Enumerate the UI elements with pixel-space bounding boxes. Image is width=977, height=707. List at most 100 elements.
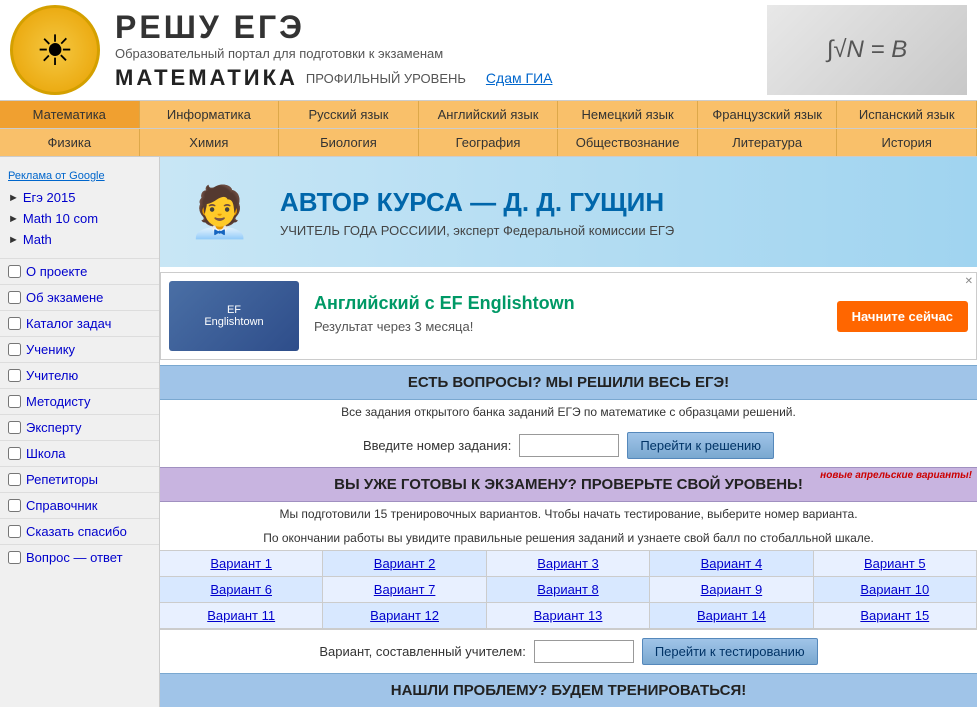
sidebar-link-Math[interactable]: ► Math (0, 229, 159, 250)
sidebar-nav-Методисту[interactable]: Методисту (0, 388, 159, 414)
nav-item-История[interactable]: История (837, 129, 977, 156)
variant-link-13[interactable]: Вариант 13 (534, 608, 603, 623)
variant-link-10[interactable]: Вариант 10 (860, 582, 929, 597)
sidebar-nav-Эксперту[interactable]: Эксперту (0, 414, 159, 440)
variant-link-5[interactable]: Вариант 5 (864, 556, 926, 571)
sidebar-nav-label: Сказать спасибо (26, 524, 127, 539)
new-badge: новые апрельские варианты! (820, 470, 972, 481)
nav-row-1: МатематикаИнформатикаРусский языкАнглийс… (0, 101, 977, 129)
variant-cell-5: Вариант 5 (814, 551, 977, 577)
variants-subtext1: Мы подготовили 15 тренировочных варианто… (160, 502, 977, 526)
nav-item-Математика[interactable]: Математика (0, 101, 140, 128)
nav-item-Информатика[interactable]: Информатика (140, 101, 280, 128)
nav-checkbox[interactable] (8, 473, 21, 486)
nav-item-Немецкий язык[interactable]: Немецкий язык (558, 101, 698, 128)
arrow-icon: ► (8, 234, 19, 246)
go-to-testing-button[interactable]: Перейти к тестированию (642, 638, 818, 665)
gia-link[interactable]: Сдам ГИА (486, 70, 553, 86)
math-label: МАТЕМАТИКА (115, 65, 298, 91)
ad-label[interactable]: Реклама от Google (8, 170, 105, 182)
teacher-variant-input[interactable] (534, 640, 634, 663)
nav-checkbox[interactable] (8, 499, 21, 512)
nav-checkbox[interactable] (8, 447, 21, 460)
arrow-icon: ► (8, 192, 19, 204)
nav-item-Русский язык[interactable]: Русский язык (279, 101, 419, 128)
sidebar-nav-Справочник[interactable]: Справочник (0, 492, 159, 518)
ad-button[interactable]: Начните сейчас (837, 301, 968, 332)
variant-link-11[interactable]: Вариант 11 (207, 608, 275, 623)
level-label: ПРОФИЛЬНЫЙ УРОВЕНЬ (306, 71, 466, 86)
bottom-header: НАШЛИ ПРОБЛЕМУ? БУДЕМ ТРЕНИРОВАТЬСЯ! (160, 673, 977, 707)
sidebar-nav-Учителю[interactable]: Учителю (0, 362, 159, 388)
questions-subtext: Все задания открытого банка заданий ЕГЭ … (160, 400, 977, 424)
logo: ☀ (10, 5, 100, 95)
sidebar-link-Егэ 2015[interactable]: ►Егэ 2015 (0, 187, 159, 208)
variant-cell-15: Вариант 15 (814, 603, 977, 629)
go-to-solution-button[interactable]: Перейти к решению (627, 432, 774, 459)
sidebar-nav-Ученику[interactable]: Ученику (0, 336, 159, 362)
header: ☀ РЕШУ ЕГЭ Образовательный портал для по… (0, 0, 977, 101)
nav-checkbox[interactable] (8, 421, 21, 434)
nav-checkbox[interactable] (8, 551, 21, 564)
sidebar-nav-Сказать спасибо[interactable]: Сказать спасибо (0, 518, 159, 544)
sidebar-nav-О проекте[interactable]: О проекте (0, 258, 159, 284)
nav-checkbox[interactable] (8, 525, 21, 538)
nav-item-Испанский язык[interactable]: Испанский язык (837, 101, 977, 128)
header-text: РЕШУ ЕГЭ Образовательный портал для подг… (115, 9, 767, 91)
variant-cell-2: Вариант 2 (323, 551, 486, 577)
variant-link-4[interactable]: Вариант 4 (701, 556, 763, 571)
variant-link-8[interactable]: Вариант 8 (537, 582, 599, 597)
sidebar-nav-Каталог задач[interactable]: Каталог задач (0, 310, 159, 336)
nav-checkbox[interactable] (8, 317, 21, 330)
nav-item-Обществознание[interactable]: Обществознание (558, 129, 698, 156)
variant-link-9[interactable]: Вариант 9 (701, 582, 763, 597)
author-character: 🧑‍💼 (180, 167, 260, 257)
variant-cell-11: Вариант 11 (160, 603, 323, 629)
variant-link-7[interactable]: Вариант 7 (374, 582, 436, 597)
variant-cell-12: Вариант 12 (323, 603, 486, 629)
nav-item-Английский язык[interactable]: Английский язык (419, 101, 559, 128)
variant-cell-10: Вариант 10 (814, 577, 977, 603)
sidebar-nav-label: Методисту (26, 394, 90, 409)
variant-link-3[interactable]: Вариант 3 (537, 556, 599, 571)
nav-checkbox[interactable] (8, 265, 21, 278)
nav-item-Физика[interactable]: Физика (0, 129, 140, 156)
nav-item-Литература[interactable]: Литература (698, 129, 838, 156)
sidebar-link-Math 10 com[interactable]: ►Math 10 com (0, 208, 159, 229)
nav-item-Французский язык[interactable]: Французский язык (698, 101, 838, 128)
variants-header-text: ВЫ УЖЕ ГОТОВЫ К ЭКЗАМЕНУ? ПРОВЕРЬТЕ СВОЙ… (334, 476, 803, 493)
variant-cell-1: Вариант 1 (160, 551, 323, 577)
nav-item-Химия[interactable]: Химия (140, 129, 280, 156)
nav-item-География[interactable]: География (419, 129, 559, 156)
nav-item-Биология[interactable]: Биология (279, 129, 419, 156)
variant-cell-4: Вариант 4 (650, 551, 813, 577)
variant-link-14[interactable]: Вариант 14 (697, 608, 766, 623)
sidebar-nav-label: Учителю (26, 368, 78, 383)
sidebar-nav-Репетиторы[interactable]: Репетиторы (0, 466, 159, 492)
sidebar-nav-Вопрос — ответ[interactable]: Вопрос — ответ (0, 544, 159, 570)
author-info: АВТОР КУРСА — Д. Д. ГУЩИН УЧИТЕЛЬ ГОДА Р… (280, 187, 674, 238)
content: 🧑‍💼 АВТОР КУРСА — Д. Д. ГУЩИН УЧИТЕЛЬ ГО… (160, 157, 977, 707)
sidebar-nav: О проектеОб экзаменеКаталог задачУченику… (0, 258, 159, 570)
sidebar-link-label: Math (23, 232, 52, 247)
math-formula: ∫√N = B (827, 36, 907, 64)
sidebar-nav-Об экзамене[interactable]: Об экзамене (0, 284, 159, 310)
variant-link-12[interactable]: Вариант 12 (370, 608, 439, 623)
variant-link-1[interactable]: Вариант 1 (210, 556, 272, 571)
sidebar-links: ►Егэ 2015►Math 10 com ► Math (0, 187, 159, 250)
variant-link-2[interactable]: Вариант 2 (374, 556, 436, 571)
sidebar-nav-label: Справочник (26, 498, 98, 513)
variant-link-6[interactable]: Вариант 6 (210, 582, 272, 597)
nav-checkbox[interactable] (8, 291, 21, 304)
task-number-input[interactable] (519, 434, 619, 457)
variant-cell-3: Вариант 3 (487, 551, 650, 577)
nav-checkbox[interactable] (8, 343, 21, 356)
sidebar-nav-Школа[interactable]: Школа (0, 440, 159, 466)
variant-link-15[interactable]: Вариант 15 (860, 608, 929, 623)
sidebar-nav-label: Эксперту (26, 420, 82, 435)
ad-close-button[interactable]: ✕ (965, 276, 973, 287)
ad-image: EFEnglishtown (169, 281, 299, 351)
nav-checkbox[interactable] (8, 369, 21, 382)
nav-checkbox[interactable] (8, 395, 21, 408)
site-title: РЕШУ ЕГЭ (115, 9, 767, 46)
